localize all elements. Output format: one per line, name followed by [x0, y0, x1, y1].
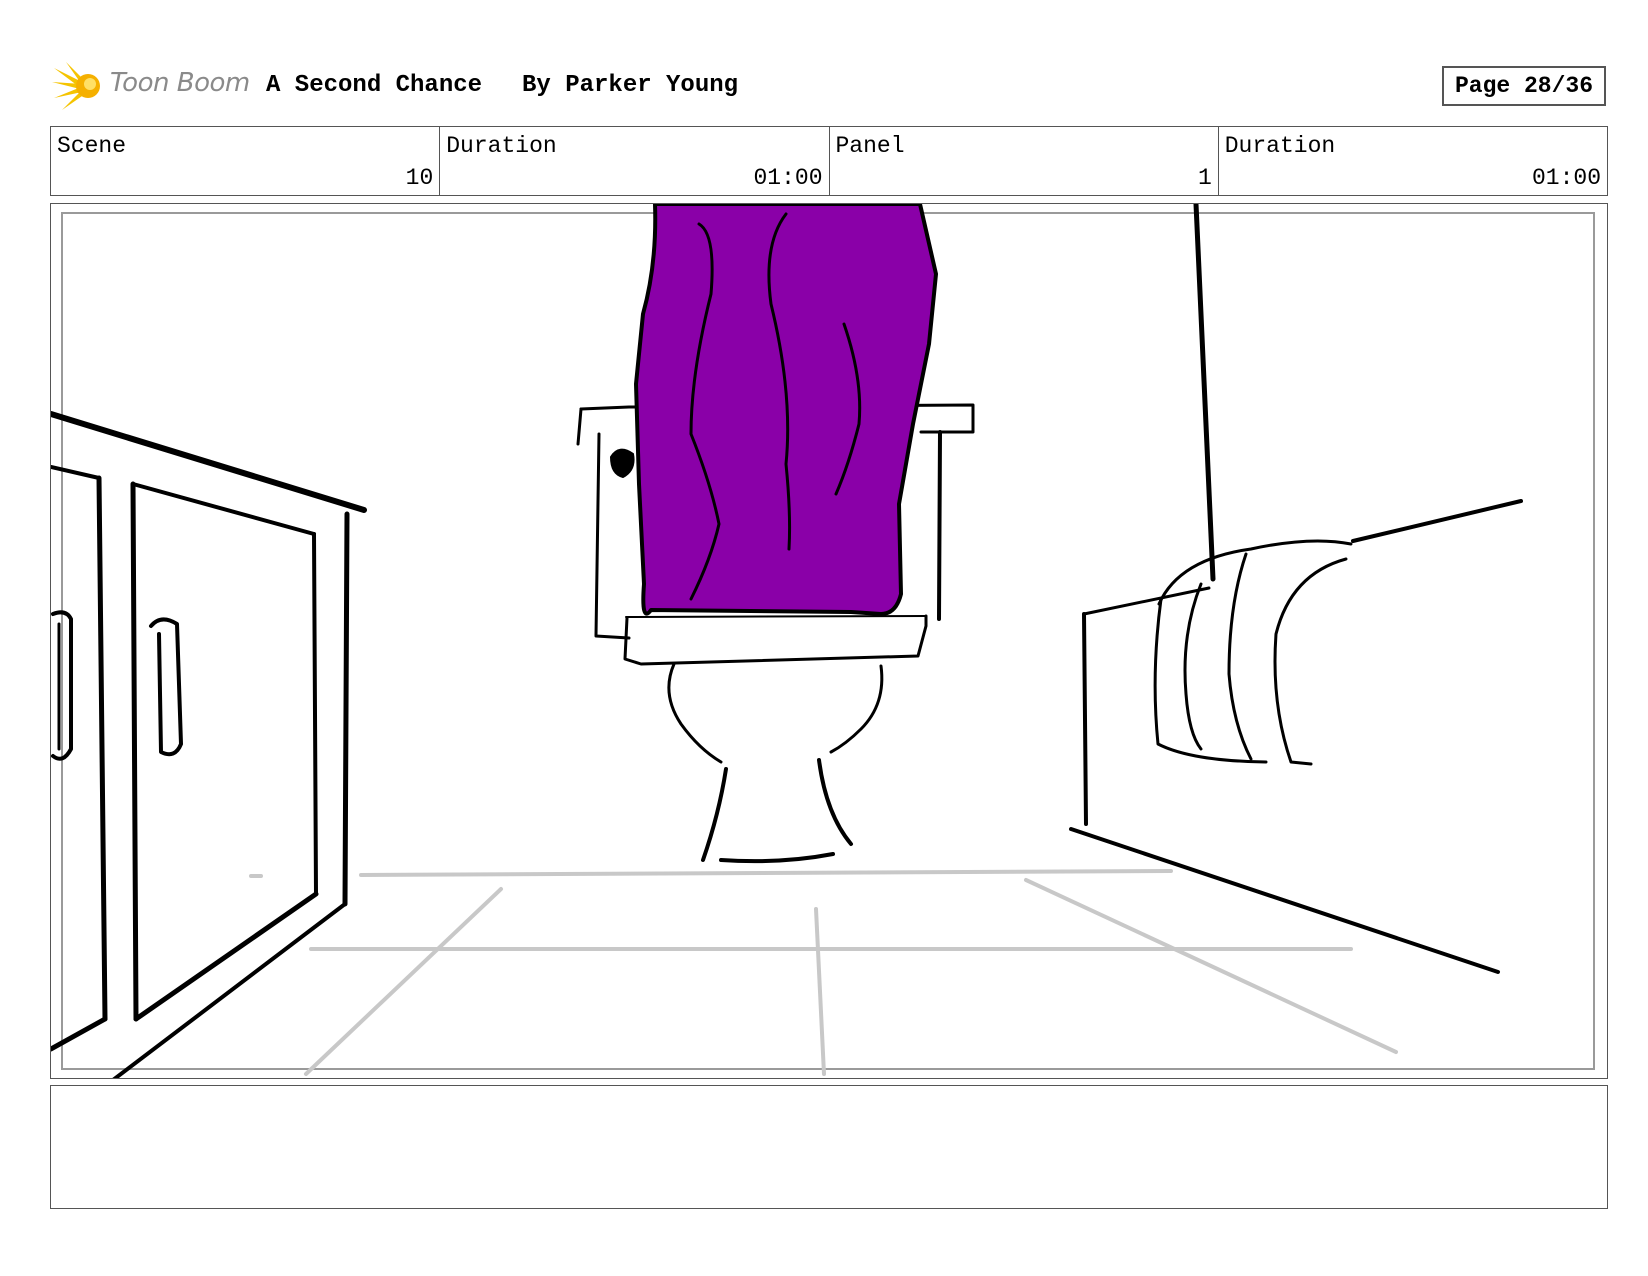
scene-info-row: Scene 10 Duration 01:00 Panel 1 Duration…: [50, 126, 1608, 196]
page-indicator: Page 28/36: [1442, 66, 1606, 106]
scene-duration-label: Duration: [446, 133, 557, 159]
storyboard-header: Toon Boom A Second Chance By Parker Youn…: [50, 58, 1608, 114]
toon-boom-logo-icon: [52, 62, 100, 110]
panel-duration-label: Duration: [1224, 133, 1336, 159]
panel-value: 1: [1197, 165, 1212, 191]
scene-duration-cell: Duration 01:00: [440, 127, 830, 195]
panel-cell: Panel 1: [830, 127, 1219, 195]
bathtub: [1069, 204, 1523, 974]
purple-cloth: [634, 204, 938, 616]
cabinet: [51, 411, 367, 1078]
scene-cell: Scene 10: [51, 127, 441, 195]
panel-label: Panel: [835, 133, 905, 159]
scene-duration-value: 01:00: [753, 165, 823, 191]
panel-notes-area: [50, 1085, 1608, 1209]
floor-tiles: [249, 869, 1398, 1076]
storyboard-panel: [50, 203, 1608, 1079]
scene-label: Scene: [57, 133, 127, 159]
storyboard-title: A Second Chance: [266, 72, 483, 99]
panel-duration-cell: Duration 01:00: [1219, 127, 1607, 195]
panel-drawing: [51, 204, 1523, 1078]
brand-name: Toon Boom: [110, 68, 250, 98]
scene-value: 10: [405, 165, 434, 191]
panel-duration-value: 01:00: [1531, 165, 1601, 191]
storyboard-author: By Parker Young: [522, 72, 739, 99]
